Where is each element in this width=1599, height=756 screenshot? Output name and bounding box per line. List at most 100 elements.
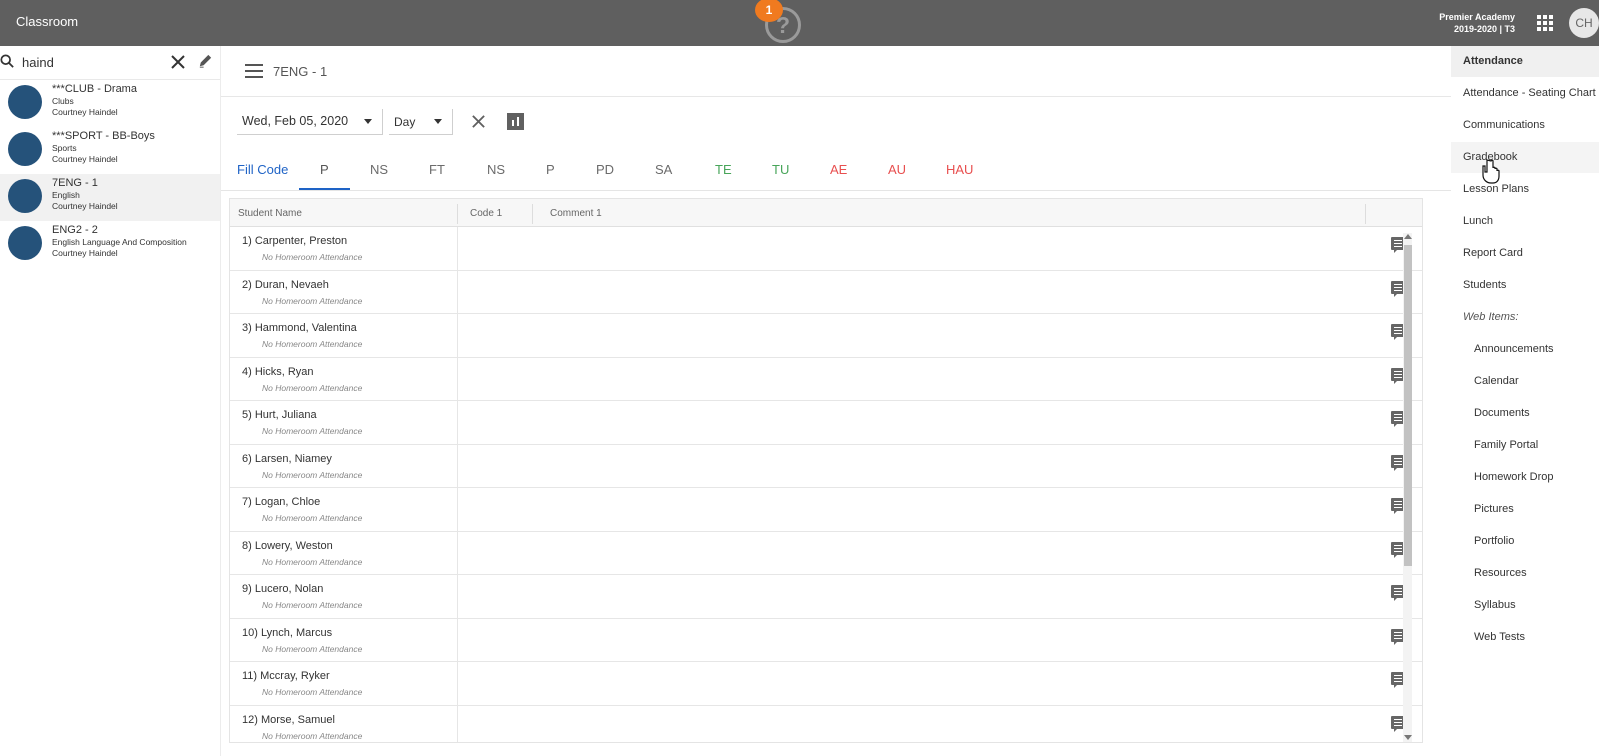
nav-item-calendar[interactable]: Calendar (1451, 366, 1599, 397)
clear-search-icon[interactable] (170, 54, 186, 70)
class-teacher: Courtney Haindel (52, 201, 118, 211)
code-1-column-header: Code 1 (470, 208, 503, 219)
code-te-button[interactable]: TE (715, 162, 732, 177)
nav-label: Family Portal (1474, 439, 1539, 451)
homeroom-note: No Homeroom Attendance (262, 687, 363, 697)
nav-label: Syllabus (1474, 599, 1516, 611)
class-item-club-drama[interactable]: ***CLUB - Drama Clubs Courtney Haindel (0, 80, 220, 127)
attendance-controls: Wed, Feb 05, 2020 Day (221, 97, 1451, 149)
fill-code-button[interactable]: Fill Code (237, 162, 288, 177)
student-name: 5) Hurt, Juliana (242, 409, 317, 421)
nav-item-web-tests[interactable]: Web Tests (1451, 622, 1599, 653)
code-ft-button[interactable]: FT (429, 162, 445, 177)
table-row[interactable]: 7) Logan, Chloe No Homeroom Attendance (230, 488, 1422, 532)
table-row[interactable]: 1) Carpenter, Preston No Homeroom Attenda… (230, 227, 1422, 271)
course-title: 7ENG - 1 (273, 64, 328, 79)
active-tab-indicator (299, 188, 350, 190)
nav-item-resources[interactable]: Resources (1451, 558, 1599, 589)
nav-label: Pictures (1474, 503, 1514, 515)
code-pd-button[interactable]: PD (596, 162, 614, 177)
class-avatar (8, 226, 42, 260)
code-au-button[interactable]: AU (888, 162, 906, 177)
nav-item-pictures[interactable]: Pictures (1451, 494, 1599, 525)
nav-item-attendance[interactable]: Attendance (1451, 46, 1599, 77)
period-select[interactable]: Day (389, 109, 453, 135)
class-type: Clubs (52, 96, 74, 106)
nav-item-family-portal[interactable]: Family Portal (1451, 430, 1599, 461)
search-input[interactable] (22, 52, 162, 72)
nav-item-documents[interactable]: Documents (1451, 398, 1599, 429)
course-header: 7ENG - 1 (221, 46, 1451, 97)
class-item-sport-bb-boys[interactable]: ***SPORT - BB-Boys Sports Courtney Haindel (0, 127, 220, 174)
nav-label: Report Card (1463, 247, 1523, 259)
user-avatar[interactable]: CH (1569, 8, 1599, 38)
code-ns-button[interactable]: NS (487, 162, 505, 177)
nav-item-portfolio[interactable]: Portfolio (1451, 526, 1599, 557)
pointer-cursor-icon (1482, 159, 1500, 184)
class-item-eng2-2[interactable]: ENG2 - 2 English Language And Composition… (0, 221, 220, 268)
student-name: 2) Duran, Nevaeh (242, 278, 329, 291)
table-header: Student Name Code 1 Comment 1 (230, 199, 1422, 227)
chart-icon[interactable] (507, 113, 524, 130)
student-name: 9) Lucero, Nolan (242, 583, 324, 595)
nav-label: Portfolio (1474, 535, 1515, 547)
nav-item-attendance-seating-chart[interactable]: Attendance - Seating Chart (1451, 78, 1599, 109)
date-select[interactable]: Wed, Feb 05, 2020 (237, 109, 383, 135)
table-row[interactable]: 3) Hammond, Valentina No Homeroom Attenda… (230, 314, 1422, 358)
code-hau-button[interactable]: HAU (946, 162, 973, 177)
period-value: Day (394, 115, 416, 129)
class-name: ENG2 - 2 (52, 224, 98, 236)
student-name: 7) Logan, Chloe (242, 496, 321, 508)
edit-icon[interactable] (197, 53, 214, 70)
code-ae-button[interactable]: AE (830, 162, 847, 177)
table-row[interactable]: 6) Larsen, Niamey No Homeroom Attendance (230, 444, 1422, 488)
module-navigation: Attendance Attendance - Seating Chart Co… (1451, 46, 1599, 756)
nav-label: Resources (1474, 567, 1527, 579)
class-name: 7ENG - 1 (52, 177, 98, 189)
class-teacher: Courtney Haindel (52, 154, 118, 164)
nav-item-students[interactable]: Students (1451, 270, 1599, 301)
homeroom-note: No Homeroom Attendance (262, 730, 363, 741)
code-ns-button[interactable]: NS (370, 162, 388, 177)
chevron-down-icon (364, 119, 372, 124)
close-icon[interactable] (471, 114, 486, 129)
nav-item-communications[interactable]: Communications (1451, 110, 1599, 141)
class-avatar (8, 85, 42, 119)
web-items-heading: Web Items: (1451, 302, 1599, 333)
table-row[interactable]: 8) Lowery, Weston No Homeroom Attendance (230, 531, 1422, 575)
class-name: ***SPORT - BB-Boys (52, 130, 155, 142)
table-row[interactable]: 10) Lynch, Marcus No Homeroom Attendance (230, 618, 1422, 662)
code-p-button[interactable]: P (546, 162, 555, 177)
table-row[interactable]: 5) Hurt, Juliana No Homeroom Attendance (230, 401, 1422, 445)
table-scrollbar[interactable] (1403, 233, 1412, 742)
nav-item-lunch[interactable]: Lunch (1451, 206, 1599, 237)
homeroom-note: No Homeroom Attendance (262, 426, 363, 436)
nav-label: Lunch (1463, 215, 1493, 227)
apps-grid-icon[interactable] (1537, 15, 1553, 31)
code-p-button[interactable]: P (320, 162, 329, 177)
scroll-down-icon[interactable] (1404, 735, 1412, 740)
table-row[interactable]: 12) Morse, Samuel No Homeroom Attendance (230, 705, 1422, 742)
nav-item-report-card[interactable]: Report Card (1451, 238, 1599, 269)
code-sa-button[interactable]: SA (655, 162, 672, 177)
nav-item-gradebook[interactable]: Gradebook (1451, 142, 1599, 173)
student-rows: 1) Carpenter, Preston No Homeroom Attenda… (230, 227, 1422, 742)
class-avatar (8, 179, 42, 213)
homeroom-note: No Homeroom Attendance (262, 469, 363, 480)
table-row[interactable]: 4) Hicks, Ryan No Homeroom Attendance (230, 357, 1422, 401)
nav-item-announcements[interactable]: Announcements (1451, 334, 1599, 365)
nav-item-homework-drop[interactable]: Homework Drop (1451, 462, 1599, 493)
table-row[interactable]: 2) Duran, Nevaeh No Homeroom Attendance (230, 270, 1422, 314)
nav-label: Calendar (1474, 375, 1519, 387)
scroll-up-icon[interactable] (1404, 234, 1412, 239)
nav-item-lesson-plans[interactable]: Lesson Plans (1451, 174, 1599, 205)
class-item-7eng-1[interactable]: 7ENG - 1 English Courtney Haindel (0, 174, 220, 221)
table-row[interactable]: 11) Mccray, Ryker No Homeroom Attendance (230, 662, 1422, 706)
nav-item-syllabus[interactable]: Syllabus (1451, 590, 1599, 621)
scrollbar-thumb[interactable] (1404, 245, 1412, 566)
class-name: ***CLUB - Drama (52, 83, 137, 95)
class-sidebar: ***CLUB - DramaClubsCourtney Haindel ***… (0, 46, 221, 756)
table-row[interactable]: 9) Lucero, Nolan No Homeroom Attendance (230, 575, 1422, 619)
code-tu-button[interactable]: TU (772, 162, 789, 177)
menu-icon[interactable] (245, 64, 263, 78)
